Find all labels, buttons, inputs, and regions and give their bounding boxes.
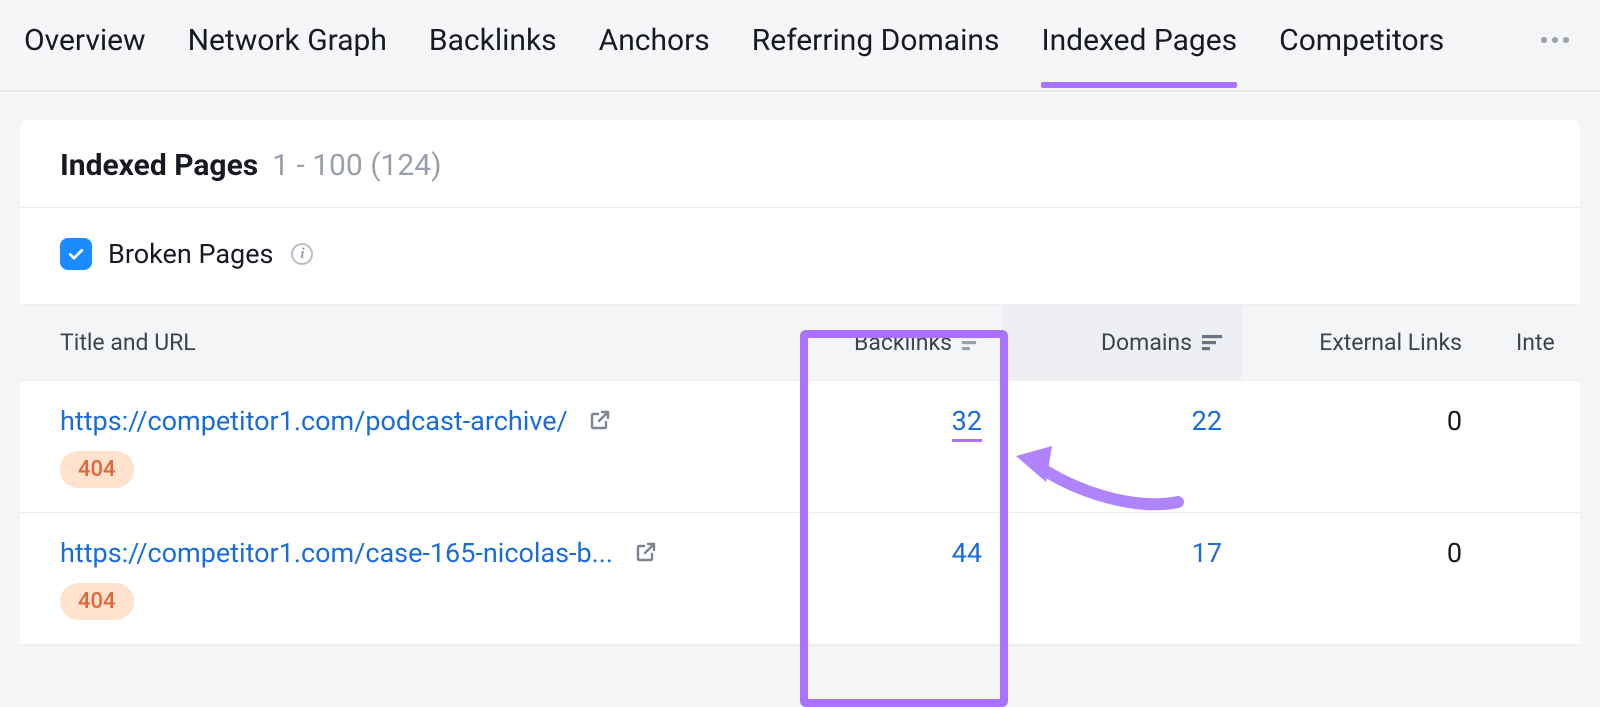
more-icon — [1540, 36, 1570, 44]
tab-referring-domains[interactable]: Referring Domains — [752, 23, 1000, 86]
col-title-url-label: Title and URL — [60, 329, 196, 356]
tab-anchors[interactable]: Anchors — [599, 23, 710, 86]
table-header: Title and URL Backlinks Domains External… — [20, 304, 1580, 381]
external-links-count: 0 — [1447, 537, 1462, 569]
external-link-icon[interactable] — [588, 408, 612, 432]
broken-pages-label: Broken Pages — [108, 238, 273, 270]
tab-overview[interactable]: Overview — [24, 23, 146, 86]
info-icon[interactable]: i — [291, 243, 313, 265]
broken-pages-checkbox[interactable] — [60, 238, 92, 270]
cell-title-url: https://competitor1.com/podcast-archive/… — [20, 381, 782, 512]
cell-title-url: https://competitor1.com/case-165-nicolas… — [20, 513, 782, 644]
indexed-pages-card: Indexed Pages 1 - 100 (124) Broken Pages… — [20, 120, 1580, 645]
tabs-nav: Overview Network Graph Backlinks Anchors… — [0, 0, 1600, 92]
col-external-links[interactable]: External Links — [1242, 305, 1482, 380]
status-badge: 404 — [60, 583, 134, 620]
card-header: Indexed Pages 1 - 100 (124) — [20, 120, 1580, 208]
check-icon — [66, 244, 86, 264]
col-internal-links[interactable]: Inte — [1482, 305, 1600, 380]
sort-desc-icon — [1202, 335, 1222, 351]
tab-indexed-pages[interactable]: Indexed Pages — [1041, 23, 1237, 86]
col-title-url[interactable]: Title and URL — [20, 305, 782, 380]
col-internal-links-label: Inte — [1516, 329, 1555, 356]
page-range-count: 1 - 100 (124) — [272, 148, 441, 183]
backlinks-count-link[interactable]: 32 — [952, 405, 982, 442]
cell-backlinks: 44 — [782, 513, 1002, 644]
url-link[interactable]: https://competitor1.com/podcast-archive/ — [60, 405, 568, 437]
external-link-icon[interactable] — [634, 540, 658, 564]
table-row: https://competitor1.com/podcast-archive/… — [20, 381, 1580, 513]
tab-network-graph[interactable]: Network Graph — [188, 23, 387, 86]
col-external-links-label: External Links — [1319, 329, 1462, 356]
col-backlinks[interactable]: Backlinks — [782, 305, 1002, 380]
cell-external: 0 — [1242, 513, 1482, 644]
cell-domains: 22 — [1002, 381, 1242, 512]
backlinks-count-link[interactable]: 44 — [952, 537, 982, 569]
col-backlinks-label: Backlinks — [854, 329, 952, 356]
url-link[interactable]: https://competitor1.com/case-165-nicolas… — [60, 537, 613, 569]
cell-backlinks: 32 — [782, 381, 1002, 512]
tabs-more-button[interactable] — [1540, 36, 1576, 72]
domains-count-link[interactable]: 22 — [1192, 405, 1222, 437]
table-body: https://competitor1.com/podcast-archive/… — [20, 381, 1580, 645]
col-domains[interactable]: Domains — [1002, 305, 1242, 380]
cell-internal — [1482, 513, 1600, 644]
tab-backlinks[interactable]: Backlinks — [429, 23, 557, 86]
tab-competitors[interactable]: Competitors — [1279, 23, 1444, 86]
cell-domains: 17 — [1002, 513, 1242, 644]
domains-count-link[interactable]: 17 — [1192, 537, 1222, 569]
table-row: https://competitor1.com/case-165-nicolas… — [20, 513, 1580, 645]
external-links-count: 0 — [1447, 405, 1462, 437]
status-badge: 404 — [60, 451, 134, 488]
filter-row: Broken Pages i — [20, 208, 1580, 304]
cell-external: 0 — [1242, 381, 1482, 512]
sort-desc-icon — [962, 335, 982, 351]
page-title: Indexed Pages — [60, 148, 258, 183]
cell-internal — [1482, 381, 1600, 512]
col-domains-label: Domains — [1101, 329, 1192, 356]
